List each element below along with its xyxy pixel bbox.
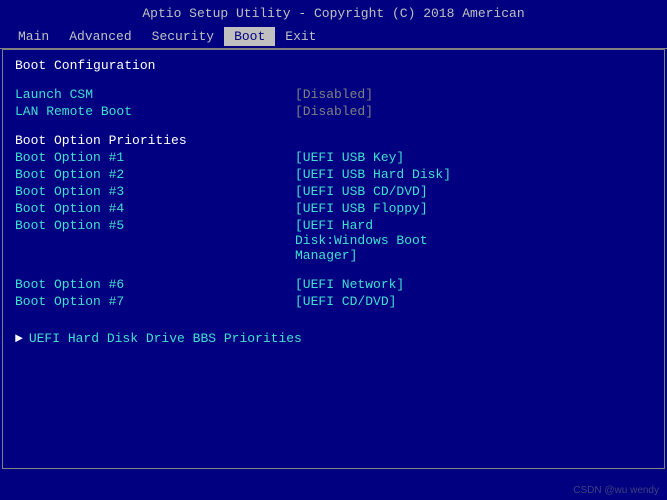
boot-opt-5-label: Boot Option #5 — [15, 218, 295, 233]
boot-opt-5-value: [UEFI HardDisk:Windows BootManager] — [295, 218, 451, 263]
boot-opt-6-label: Boot Option #6 — [15, 277, 295, 292]
boot-opt-1-label: Boot Option #1 — [15, 150, 295, 165]
launch-csm-label: Launch CSM — [15, 87, 295, 102]
nav-main[interactable]: Main — [8, 27, 59, 46]
watermark: CSDN @wu wendy — [573, 485, 659, 496]
launch-csm-row: Launch CSM [Disabled] — [15, 87, 652, 102]
lan-remote-label: LAN Remote Boot — [15, 104, 295, 119]
arrow-icon: ► — [15, 331, 23, 346]
lan-remote-boot-row: LAN Remote Boot [Disabled] — [15, 104, 652, 119]
nav-boot[interactable]: Boot — [224, 27, 275, 46]
boot-opt-7-value: [UEFI CD/DVD] — [295, 294, 404, 309]
boot-opt-2-value: [UEFI USB Hard Disk] — [295, 167, 451, 182]
boot-opt-4-label: Boot Option #4 — [15, 201, 295, 216]
title-text: Aptio Setup Utility - Copyright (C) 2018… — [142, 6, 524, 21]
boot-opt-1-value: [UEFI USB Key] — [295, 150, 451, 165]
launch-csm-value: [Disabled] — [295, 87, 373, 102]
nav-exit[interactable]: Exit — [275, 27, 326, 46]
boot-opt-4-value: [UEFI USB Floppy] — [295, 201, 451, 216]
boot-opt-2-label: Boot Option #2 — [15, 167, 295, 182]
lan-remote-value: [Disabled] — [295, 104, 373, 119]
title-bar: Aptio Setup Utility - Copyright (C) 2018… — [0, 0, 667, 25]
boot-opt-3-label: Boot Option #3 — [15, 184, 295, 199]
uefi-hdd-label: UEFI Hard Disk Drive BBS Priorities — [29, 331, 302, 346]
uefi-hdd-link-row[interactable]: ► UEFI Hard Disk Drive BBS Priorities — [15, 331, 652, 346]
boot-opt-7-label: Boot Option #7 — [15, 294, 295, 309]
boot-priorities-title: Boot Option Priorities — [15, 133, 652, 148]
nav-advanced[interactable]: Advanced — [59, 27, 141, 46]
nav-security[interactable]: Security — [142, 27, 224, 46]
nav-bar: Main Advanced Security Boot Exit — [0, 25, 667, 49]
section-title: Boot Configuration — [15, 58, 652, 73]
boot-opt-3-value: [UEFI USB CD/DVD] — [295, 184, 451, 199]
boot-opt-6-value: [UEFI Network] — [295, 277, 404, 292]
